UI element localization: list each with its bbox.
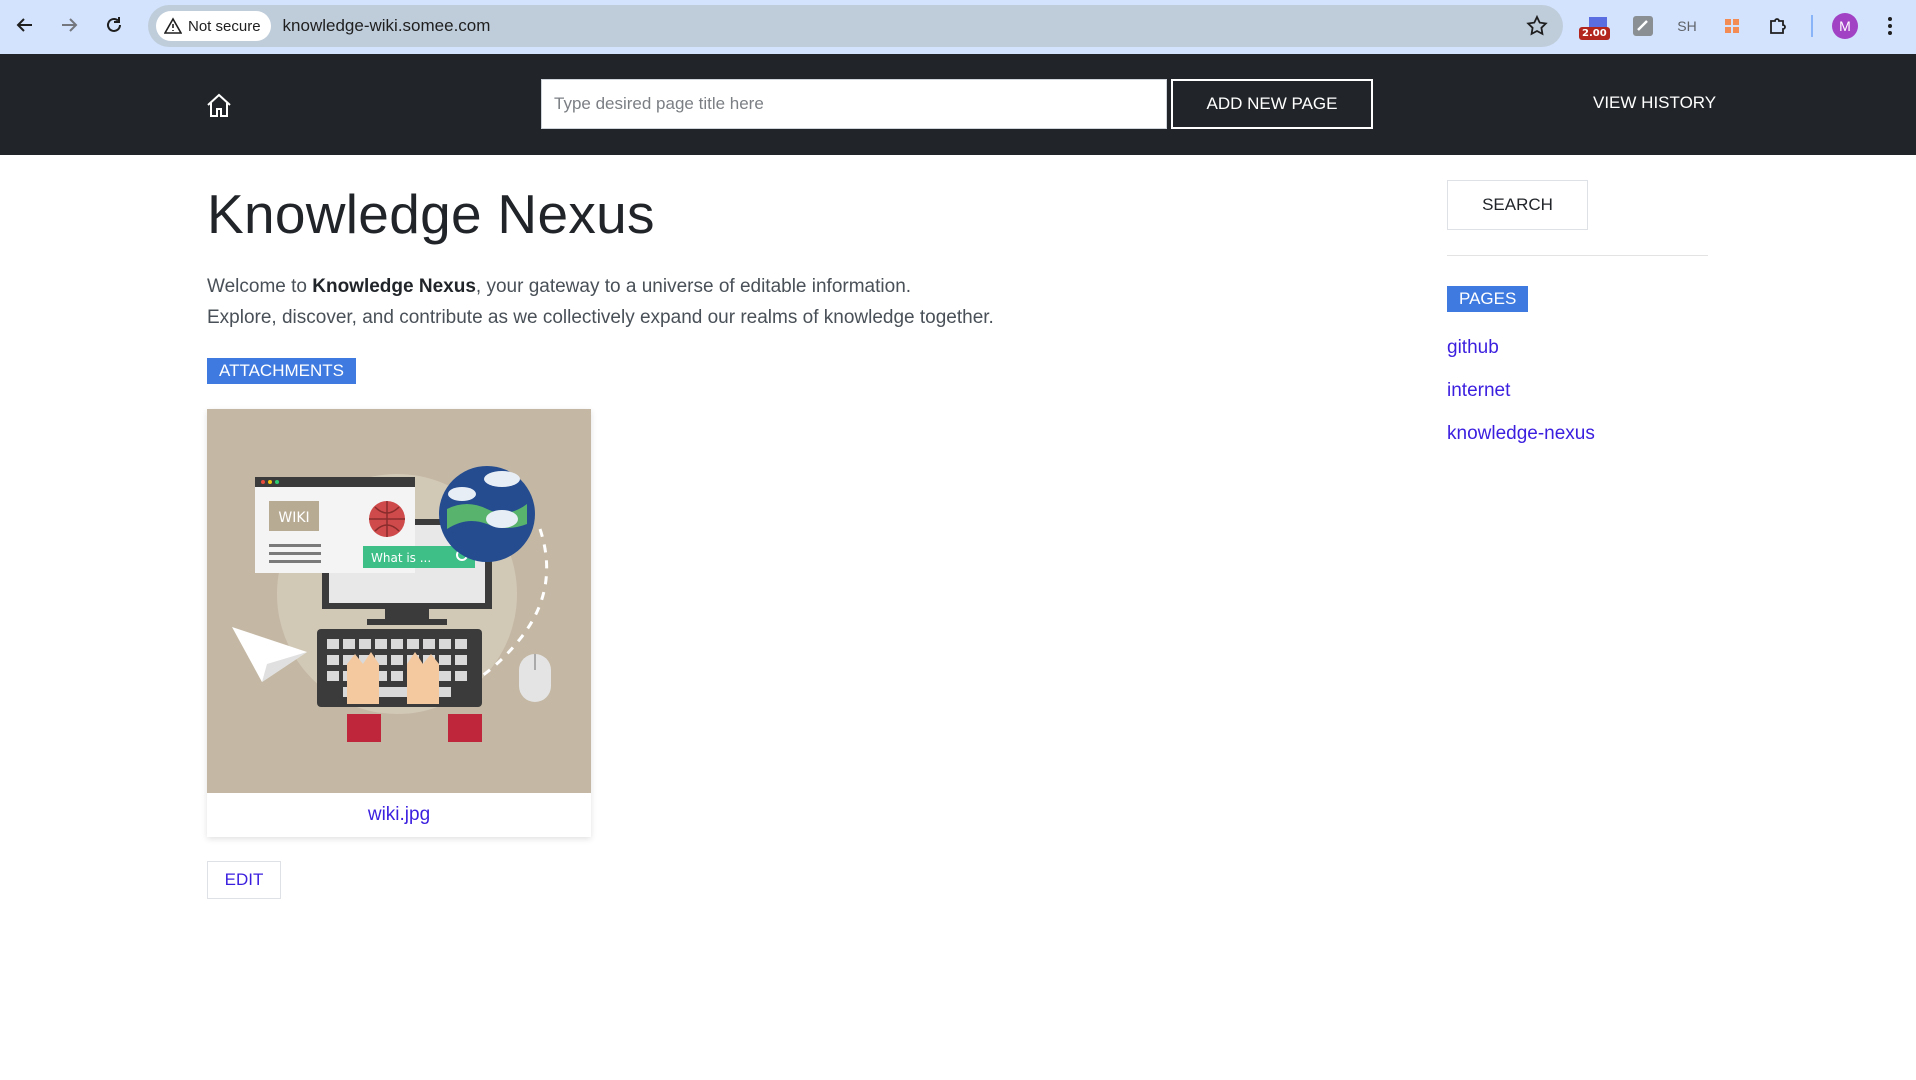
attachment-filename-link[interactable]: wiki.jpg: [207, 804, 591, 826]
security-label: Not secure: [188, 17, 261, 35]
bookmark-star-icon[interactable]: [1525, 14, 1549, 38]
search-button[interactable]: SEARCH: [1447, 180, 1588, 230]
site-header: ADD NEW PAGE VIEW HISTORY: [0, 54, 1916, 155]
security-chip[interactable]: Not secure: [156, 11, 271, 41]
image-wiki-text: WIKI: [278, 510, 309, 526]
page-title-input[interactable]: [541, 79, 1167, 129]
back-button[interactable]: [7, 7, 43, 43]
intro-suffix: , your gateway to a universe of editable…: [475, 276, 912, 297]
add-new-page-button[interactable]: ADD NEW PAGE: [1171, 79, 1373, 129]
address-bar[interactable]: Not secure knowledge-wiki.somee.com: [148, 5, 1563, 47]
attachment-card[interactable]: WIKI What is ... wiki.jpg: [207, 409, 591, 837]
extension-sh-label: SH: [1677, 18, 1697, 34]
intro-text: Welcome to Knowledge Nexus, your gateway…: [207, 271, 994, 333]
intro-line-2: Explore, discover, and contribute as we …: [207, 307, 994, 328]
wiki-illustration: WIKI What is ...: [207, 409, 591, 793]
toolbar-divider: [1811, 15, 1813, 37]
intro-prefix: Welcome to: [207, 276, 313, 297]
extension-edit-icon[interactable]: [1629, 12, 1657, 40]
sidebar-divider: [1447, 255, 1708, 256]
page-link-item: github: [1447, 337, 1595, 380]
page-links-list: github internet knowledge-nexus: [1447, 337, 1595, 466]
intro-bold: Knowledge Nexus: [312, 276, 476, 297]
reload-icon: [107, 17, 121, 32]
intro-line-1: Welcome to Knowledge Nexus, your gateway…: [207, 271, 994, 302]
extension-badge: 2.00: [1579, 27, 1610, 40]
browser-toolbar: Not secure knowledge-wiki.somee.com 2.00…: [0, 0, 1916, 54]
extension-sh-icon[interactable]: SH: [1673, 12, 1701, 40]
profile-avatar[interactable]: M: [1832, 13, 1858, 39]
extensions-puzzle-icon[interactable]: [1764, 12, 1792, 40]
browser-menu-icon[interactable]: [1876, 12, 1904, 40]
home-icon[interactable]: [205, 92, 233, 120]
profile-initial: M: [1839, 18, 1851, 34]
reload-button[interactable]: [96, 7, 132, 43]
view-history-link[interactable]: VIEW HISTORY: [1593, 93, 1716, 113]
page-link-item: internet: [1447, 380, 1595, 423]
attachments-badge: ATTACHMENTS: [207, 358, 356, 384]
pages-badge: PAGES: [1447, 286, 1529, 312]
arrow-left-icon: [16, 18, 32, 32]
arrow-right-icon: [62, 18, 78, 32]
page-link-knowledge-nexus[interactable]: knowledge-nexus: [1447, 423, 1595, 444]
attachment-image[interactable]: WIKI What is ...: [207, 409, 591, 793]
page-link-item: knowledge-nexus: [1447, 423, 1595, 466]
warning-icon: [164, 17, 182, 34]
url-text: knowledge-wiki.somee.com: [282, 16, 491, 35]
edit-button[interactable]: EDIT: [207, 861, 281, 899]
extension-grid-icon[interactable]: [1718, 12, 1746, 40]
image-search-text: What is ...: [371, 551, 431, 565]
page-title: Knowledge Nexus: [207, 183, 655, 245]
page-link-github[interactable]: github: [1447, 337, 1499, 358]
forward-button[interactable]: [51, 7, 87, 43]
page-link-internet[interactable]: internet: [1447, 380, 1510, 401]
